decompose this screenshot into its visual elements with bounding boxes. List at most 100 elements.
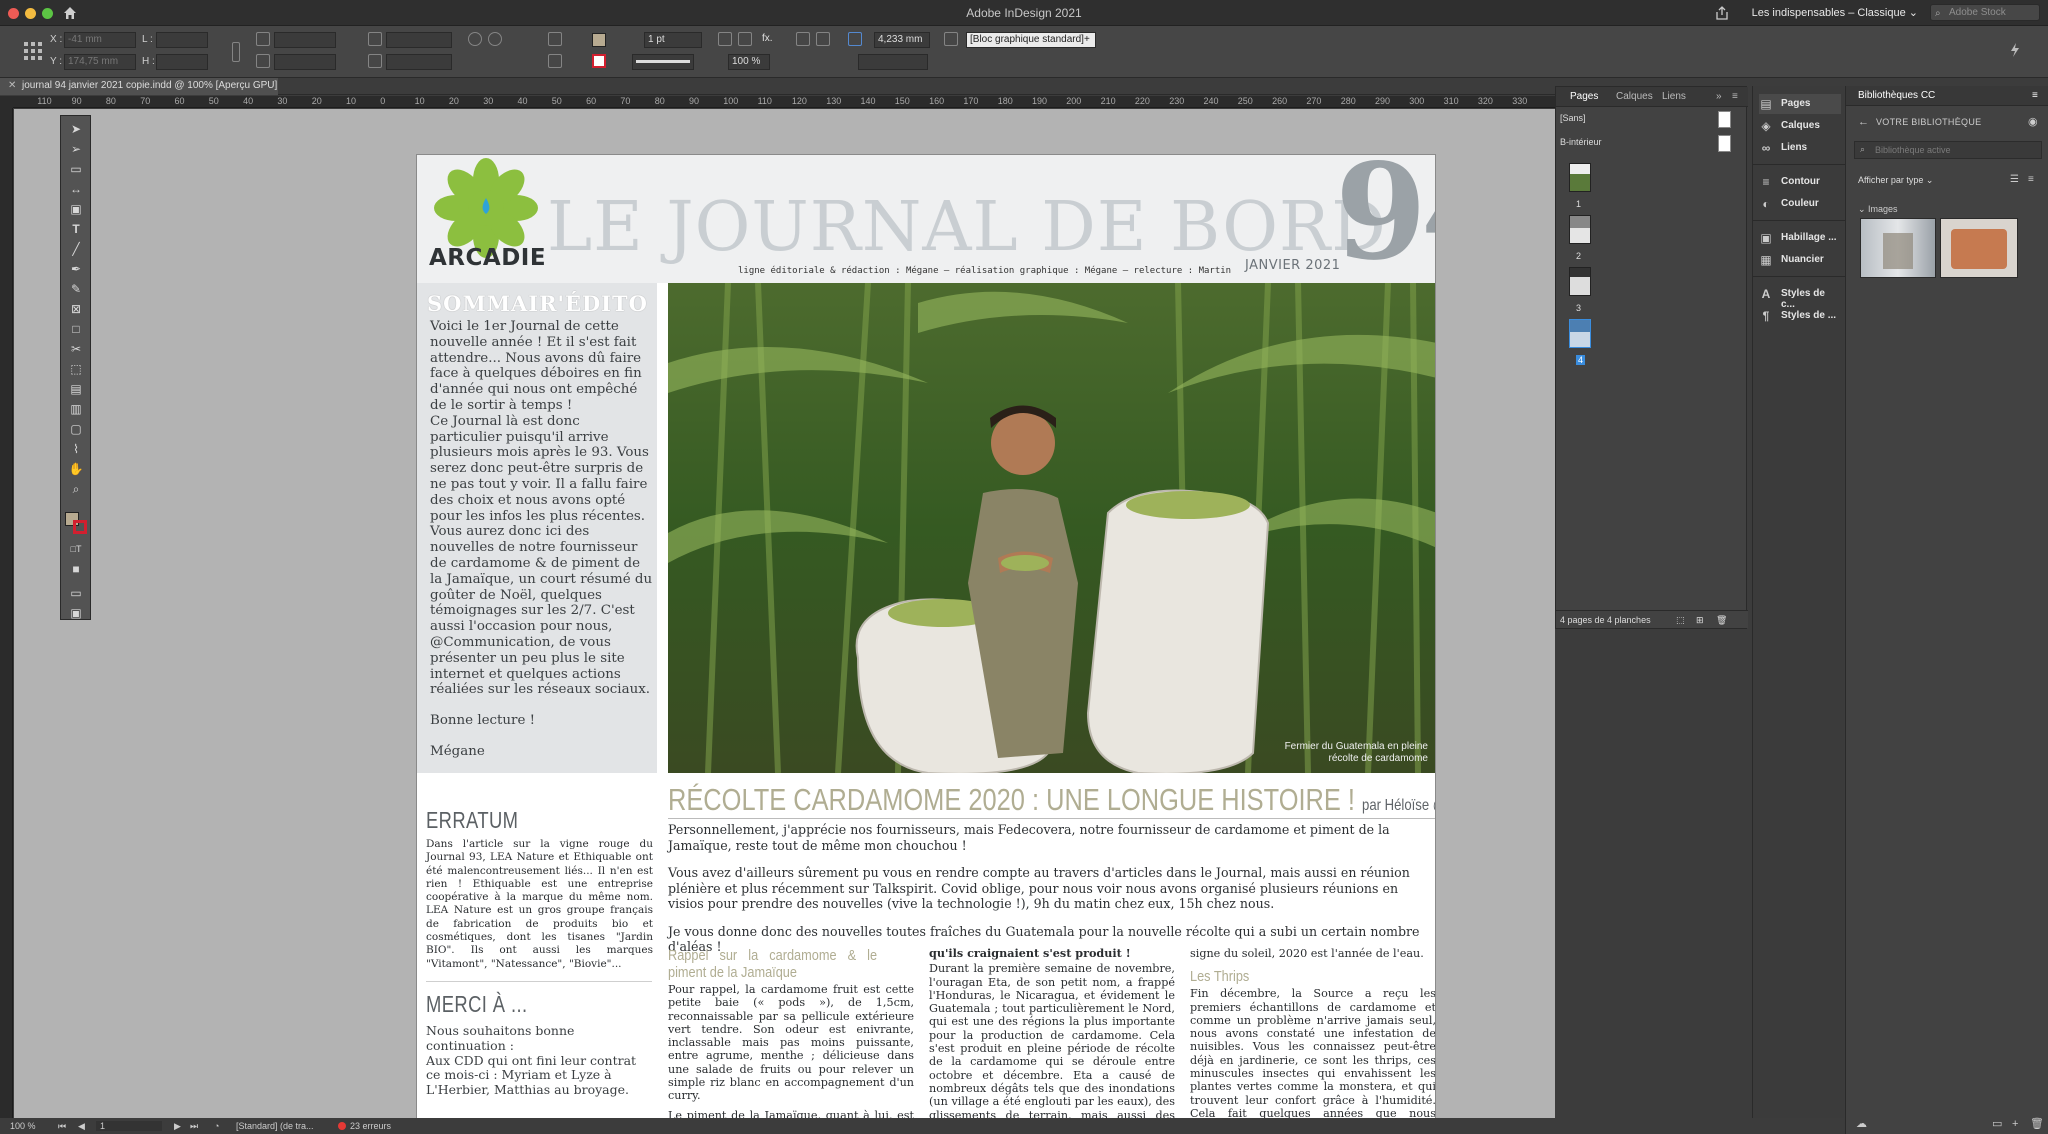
user-icon[interactable]: ◉ bbox=[2028, 115, 2038, 128]
tab-calques[interactable]: Calques bbox=[1616, 91, 1653, 102]
adobe-stock-search[interactable]: ⌕ Adobe Stock bbox=[1930, 4, 2040, 21]
scale-percent-field[interactable]: 100 % bbox=[728, 54, 770, 70]
column-icon[interactable] bbox=[816, 32, 830, 46]
corner-options-icon[interactable] bbox=[944, 32, 958, 46]
eyedropper-tool-icon[interactable]: ⌇ bbox=[68, 442, 84, 456]
dock-item-styles-paragraphes[interactable]: ¶ Styles de ... bbox=[1759, 306, 1841, 326]
direct-selection-tool-icon[interactable]: ➢ bbox=[68, 142, 84, 156]
page-thumb-2[interactable] bbox=[1569, 215, 1591, 244]
view-by-type-select[interactable]: Afficher par type ⌄ bbox=[1858, 175, 1933, 186]
hero-photo[interactable]: Fermier du Guatemala en pleine récolte d… bbox=[668, 283, 1435, 773]
share-icon[interactable] bbox=[1714, 5, 1730, 21]
scale-y-field[interactable] bbox=[274, 54, 336, 70]
vertical-ruler[interactable] bbox=[0, 108, 13, 1118]
new-page-icon[interactable]: ⊞ bbox=[1696, 615, 1704, 626]
master-none[interactable]: [Sans] bbox=[1560, 113, 1586, 123]
selection-tool-icon[interactable]: ➤ bbox=[68, 122, 84, 136]
tab-liens[interactable]: Liens bbox=[1662, 91, 1686, 102]
scale-x-field[interactable] bbox=[274, 32, 336, 48]
dock-item-pages[interactable]: ▤ Pages bbox=[1759, 94, 1841, 114]
dock-item-couleur[interactable]: ◐ Couleur bbox=[1759, 194, 1841, 214]
height-field[interactable] bbox=[156, 54, 208, 70]
shear-angle-icon[interactable] bbox=[368, 54, 382, 68]
library-search-input[interactable]: ⌕ Bibliothèque active bbox=[1854, 141, 2042, 159]
stroke-color-icon[interactable] bbox=[73, 520, 87, 534]
document-page[interactable]: ARCADIE LE JOURNAL DE BORD JANVIER 2021 … bbox=[416, 154, 1436, 1134]
view-mode-icon[interactable]: ▭ bbox=[68, 586, 84, 600]
line-tool-icon[interactable]: ╱ bbox=[68, 242, 84, 256]
rotate-ccw-icon[interactable] bbox=[488, 32, 502, 46]
lightning-icon[interactable] bbox=[2008, 42, 2022, 58]
rectangle-frame-tool-icon[interactable]: ⊠ bbox=[68, 302, 84, 316]
hand-tool-icon[interactable]: ✋ bbox=[68, 462, 84, 476]
images-category[interactable]: ⌄ Images bbox=[1858, 204, 1898, 215]
last-page-icon[interactable]: ⏭ bbox=[190, 1121, 198, 1132]
dock-item-contour[interactable]: ≡ Contour bbox=[1759, 172, 1841, 192]
first-page-icon[interactable]: ⏮ bbox=[58, 1121, 66, 1132]
sort-icon[interactable]: ☰ bbox=[2010, 174, 2019, 185]
next-page-icon[interactable]: ▶ bbox=[174, 1121, 181, 1132]
scale-y-icon[interactable] bbox=[256, 54, 270, 68]
cloud-icon[interactable]: ☁ bbox=[1856, 1117, 1867, 1130]
frame-fitting-icon[interactable] bbox=[718, 32, 732, 46]
type-tool-icon[interactable]: T bbox=[68, 222, 84, 236]
object-style-select[interactable]: [Bloc graphique standard]+ bbox=[966, 32, 1096, 48]
dock-item-styles-caracteres[interactable]: A Styles de c... bbox=[1759, 284, 1841, 310]
edit-page-size-icon[interactable]: ⬚ bbox=[1676, 615, 1685, 626]
page-thumb-3[interactable] bbox=[1569, 267, 1591, 296]
master-b-interieur[interactable]: B-intérieur bbox=[1560, 137, 1602, 147]
width-field[interactable] bbox=[156, 32, 208, 48]
add-item-icon[interactable]: + bbox=[2012, 1118, 2018, 1130]
rotate-angle-field[interactable] bbox=[386, 32, 452, 48]
document-tab[interactable]: ✕ journal 94 janvier 2021 copie.indd @ 1… bbox=[0, 78, 278, 95]
dock-item-habillage[interactable]: ▣ Habillage ... bbox=[1759, 228, 1841, 248]
master-b-interieur-thumb[interactable] bbox=[1718, 135, 1731, 152]
gradient-feather-tool-icon[interactable]: ▥ bbox=[68, 402, 84, 416]
prev-page-icon[interactable]: ◀ bbox=[78, 1121, 85, 1132]
horizontal-ruler[interactable]: 10 110 90 80 70 60 50 40 30 20 100 10 20 30 40 50 60 70 80… bbox=[13, 96, 1555, 108]
library-image-2[interactable] bbox=[1940, 218, 2018, 278]
fit-content-icon[interactable] bbox=[738, 32, 752, 46]
preflight-icon[interactable]: ◔ bbox=[214, 1121, 219, 1131]
constrain-proportions-icon[interactable] bbox=[232, 42, 240, 62]
fx-icon[interactable]: fx. bbox=[762, 33, 773, 44]
y-position-field[interactable]: 174,75 mm bbox=[64, 54, 136, 70]
panel-collapse-icon[interactable]: » bbox=[1716, 91, 1722, 102]
ruler-origin[interactable] bbox=[0, 96, 13, 108]
content-collector-icon[interactable]: ▣ bbox=[68, 202, 84, 216]
text-wrap-icon[interactable] bbox=[796, 32, 810, 46]
dock-item-nuancier[interactable]: ▦ Nuancier bbox=[1759, 250, 1841, 270]
error-count[interactable]: 23 erreurs bbox=[350, 1121, 391, 1131]
panel-menu-icon[interactable]: ≡ bbox=[1732, 91, 1738, 102]
workspace-switcher[interactable]: Les indispensables – Classique ⌄ bbox=[1752, 6, 1918, 19]
align-select[interactable] bbox=[858, 54, 928, 70]
pen-tool-icon[interactable]: ✒ bbox=[68, 262, 84, 276]
screen-mode-icon[interactable]: ▣ bbox=[68, 606, 84, 620]
page-number-field[interactable]: 1 bbox=[96, 1121, 162, 1131]
preflight-profile[interactable]: [Standard] (de tra... bbox=[236, 1121, 314, 1131]
master-none-thumb[interactable] bbox=[1718, 111, 1731, 128]
page-tool-icon[interactable]: ▭ bbox=[68, 162, 84, 176]
formatting-affects-icon[interactable]: □T bbox=[68, 542, 84, 556]
flip-horizontal-icon[interactable] bbox=[548, 32, 562, 46]
dock-item-liens[interactable]: ∞ Liens bbox=[1759, 138, 1841, 158]
gradient-swatch-tool-icon[interactable]: ▤ bbox=[68, 382, 84, 396]
library-image-1[interactable] bbox=[1860, 218, 1936, 278]
apply-color-icon[interactable]: ■ bbox=[68, 562, 84, 576]
close-tab-icon[interactable]: ✕ bbox=[8, 80, 16, 91]
dock-item-calques[interactable]: ◈ Calques bbox=[1759, 116, 1841, 136]
delete-page-icon[interactable]: 🗑 bbox=[1716, 615, 1727, 626]
panel-menu-icon[interactable]: ≡ bbox=[2032, 90, 2038, 101]
rotate-cw-icon[interactable] bbox=[468, 32, 482, 46]
scale-x-icon[interactable] bbox=[256, 32, 270, 46]
zoom-level[interactable]: 100 % bbox=[10, 1121, 36, 1131]
stroke-type-select[interactable] bbox=[632, 54, 694, 70]
list-view-icon[interactable]: ≡ bbox=[2028, 174, 2034, 185]
reference-point-icon[interactable] bbox=[22, 40, 44, 62]
new-folder-icon[interactable]: ▭ bbox=[1992, 1117, 2002, 1130]
gap-tool-icon[interactable]: ↔ bbox=[68, 182, 84, 196]
stroke-weight-field[interactable]: 1 pt bbox=[644, 32, 702, 48]
back-arrow-icon[interactable]: ← bbox=[1858, 116, 1869, 128]
delete-item-icon[interactable]: 🗑 bbox=[2030, 1117, 2044, 1130]
rotate-angle-icon[interactable] bbox=[368, 32, 382, 46]
